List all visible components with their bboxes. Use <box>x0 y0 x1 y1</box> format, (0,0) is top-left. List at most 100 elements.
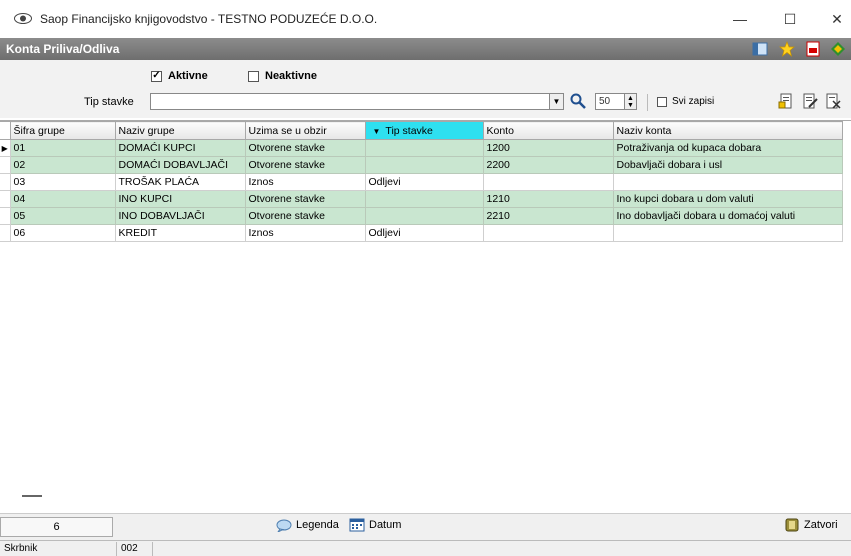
cell-sifra-grupe[interactable]: 01 <box>9 139 116 157</box>
zatvori-button[interactable]: Zatvori <box>784 518 838 532</box>
cell-naziv-konta[interactable]: Ino kupci dobara u dom valuti <box>612 190 843 208</box>
star-icon[interactable] <box>779 41 795 57</box>
cell-tip-stavke[interactable] <box>364 190 484 208</box>
cell-naziv-konta[interactable]: Ino dobavljači dobara u domaćoj valuti <box>612 207 843 225</box>
table-row[interactable]: 02 DOMAĆI DOBAVLJAČI Otvorene stavke 2200 Do… <box>0 156 843 174</box>
cell-naziv-konta[interactable] <box>612 173 843 191</box>
splitter-handle[interactable] <box>22 495 42 497</box>
cell-uzima-se-u-obzir[interactable]: Iznos <box>244 224 366 242</box>
status-bar: Skrbnik 002 <box>0 540 851 556</box>
cell-naziv-grupe[interactable]: INO KUPCI <box>114 190 246 208</box>
column-header-sifra-grupe[interactable]: Šifra grupe <box>9 121 116 140</box>
search-icon[interactable] <box>569 92 587 110</box>
svi-zapisi-checkbox[interactable]: Svi zapisi <box>657 96 714 107</box>
datum-label: Datum <box>369 519 402 531</box>
maximize-button[interactable]: ☐ <box>770 6 810 32</box>
layout-icon[interactable] <box>752 41 768 57</box>
new-document-icon[interactable] <box>778 93 794 109</box>
column-header-naziv-grupe[interactable]: Naziv grupe <box>114 121 246 140</box>
cell-uzima-se-u-obzir[interactable]: Otvorene stavke <box>244 190 366 208</box>
column-header-uzima-se-u-obzir[interactable]: Uzima se u obzir <box>244 121 366 140</box>
cell-naziv-grupe[interactable]: DOMAĆI KUPCI <box>114 139 246 157</box>
cell-uzima-se-u-obzir[interactable]: Otvorene stavke <box>244 139 366 157</box>
datum-button[interactable]: Datum <box>349 518 401 532</box>
pdf-icon[interactable] <box>805 41 821 57</box>
aktivne-label: Aktivne <box>168 70 208 82</box>
cell-sifra-grupe[interactable]: 03 <box>9 173 116 191</box>
aktivne-check-mark: ✓ <box>151 70 162 82</box>
help-book-icon[interactable] <box>830 41 846 57</box>
window-titlebar: Saop Financijsko knjigovodstvo - TESTNO … <box>0 0 851 38</box>
legenda-label: Legenda <box>296 519 339 531</box>
module-title: Konta Priliva/Odliva <box>6 42 120 56</box>
cell-tip-stavke[interactable] <box>364 156 484 174</box>
toolbar-separator <box>647 94 648 111</box>
calendar-icon <box>349 518 365 532</box>
cell-konto[interactable] <box>482 173 614 191</box>
cell-sifra-grupe[interactable]: 06 <box>9 224 116 242</box>
record-count-input[interactable]: 50 <box>595 93 625 110</box>
status-user: Skrbnik <box>4 543 38 554</box>
tip-stavke-input[interactable] <box>150 93 550 110</box>
module-header: Konta Priliva/Odliva <box>0 38 851 60</box>
svi-zapisi-check-box <box>657 96 667 107</box>
cell-naziv-konta[interactable]: Potraživanja od kupaca dobara <box>612 139 843 157</box>
cell-naziv-grupe[interactable]: TROŠAK PLAĆA <box>114 173 246 191</box>
status-code: 002 <box>116 542 152 556</box>
cell-tip-stavke[interactable]: Odljevi <box>364 173 484 191</box>
row-indicator <box>0 224 11 242</box>
legenda-icon <box>276 519 292 532</box>
delete-document-icon[interactable] <box>825 93 841 109</box>
cell-naziv-grupe[interactable]: KREDIT <box>114 224 246 242</box>
minimize-button[interactable]: — <box>720 6 760 32</box>
svi-zapisi-label: Svi zapisi <box>672 96 715 107</box>
window-title: Saop Financijsko knjigovodstvo - TESTNO … <box>40 12 378 26</box>
edit-document-icon[interactable] <box>802 93 818 109</box>
konta-table: Šifra grupe Naziv grupe Uzima se u obzir… <box>0 121 843 242</box>
cell-konto[interactable]: 1200 <box>482 139 614 157</box>
table-row[interactable]: 05 INO DOBAVLJAČI Otvorene stavke 2210 Ino d… <box>0 207 843 225</box>
aktivne-checkbox[interactable]: ✓ Aktivne <box>151 70 208 82</box>
neaktivne-checkbox[interactable]: Neaktivne <box>248 70 317 82</box>
status-message <box>152 542 851 556</box>
legenda-button[interactable]: Legenda <box>276 518 339 532</box>
cell-sifra-grupe[interactable]: 02 <box>9 156 116 174</box>
cell-uzima-se-u-obzir[interactable]: Iznos <box>244 173 366 191</box>
cell-konto[interactable]: 2200 <box>482 156 614 174</box>
close-window-button[interactable]: ✕ <box>817 6 851 32</box>
column-header-naziv-konta[interactable]: Naziv konta <box>612 121 843 140</box>
zatvori-label: Zatvori <box>804 519 838 531</box>
cell-konto[interactable]: 2210 <box>482 207 614 225</box>
cell-sifra-grupe[interactable]: 04 <box>9 190 116 208</box>
column-header-konto[interactable]: Konto <box>482 121 614 140</box>
record-count-spinner[interactable]: ▲ ▼ <box>625 93 637 110</box>
row-indicator <box>0 156 11 174</box>
cell-tip-stavke[interactable]: Odljevi <box>364 224 484 242</box>
cell-uzima-se-u-obzir[interactable]: Otvorene stavke <box>244 156 366 174</box>
cell-sifra-grupe[interactable]: 05 <box>9 207 116 225</box>
table-body: ▶ 01 DOMAĆI KUPCI Otvorene stavke 1200 Potraž… <box>0 139 843 242</box>
table-header-row: Šifra grupe Naziv grupe Uzima se u obzir… <box>0 121 843 140</box>
cell-konto[interactable]: 1210 <box>482 190 614 208</box>
tip-stavke-dropdown-button[interactable]: ▼ <box>550 93 564 110</box>
cell-naziv-konta[interactable]: Dobavljači dobara i usl <box>612 156 843 174</box>
column-header-tip-stavke[interactable]: ▼ Tip stavke <box>364 121 484 140</box>
neaktivne-label: Neaktivne <box>265 70 317 82</box>
cell-naziv-grupe[interactable]: INO DOBAVLJAČI <box>114 207 246 225</box>
cell-naziv-grupe[interactable]: DOMAĆI DOBAVLJAČI <box>114 156 246 174</box>
sort-down-icon: ▼ <box>372 126 381 136</box>
cell-tip-stavke[interactable] <box>364 139 484 157</box>
cell-naziv-konta[interactable] <box>612 224 843 242</box>
table-row[interactable]: 06 KREDIT Iznos Odljevi <box>0 224 843 242</box>
cell-konto[interactable] <box>482 224 614 242</box>
table-row[interactable]: 03 TROŠAK PLAĆA Iznos Odljevi <box>0 173 843 191</box>
cell-uzima-se-u-obzir[interactable]: Otvorene stavke <box>244 207 366 225</box>
table-row[interactable]: ▶ 01 DOMAĆI KUPCI Otvorene stavke 1200 Potraž… <box>0 139 843 157</box>
konta-grid[interactable]: Šifra grupe Naziv grupe Uzima se u obzir… <box>0 120 851 485</box>
row-count: 6 <box>0 517 113 537</box>
table-row[interactable]: 04 INO KUPCI Otvorene stavke 1210 Ino kupci … <box>0 190 843 208</box>
column-header-tip-stavke-label: Tip stavke <box>385 124 433 137</box>
cell-tip-stavke[interactable] <box>364 207 484 225</box>
bottom-toolbar: 6 Legenda Datum Zatvori <box>0 513 851 540</box>
saop-logo-icon <box>14 13 32 24</box>
